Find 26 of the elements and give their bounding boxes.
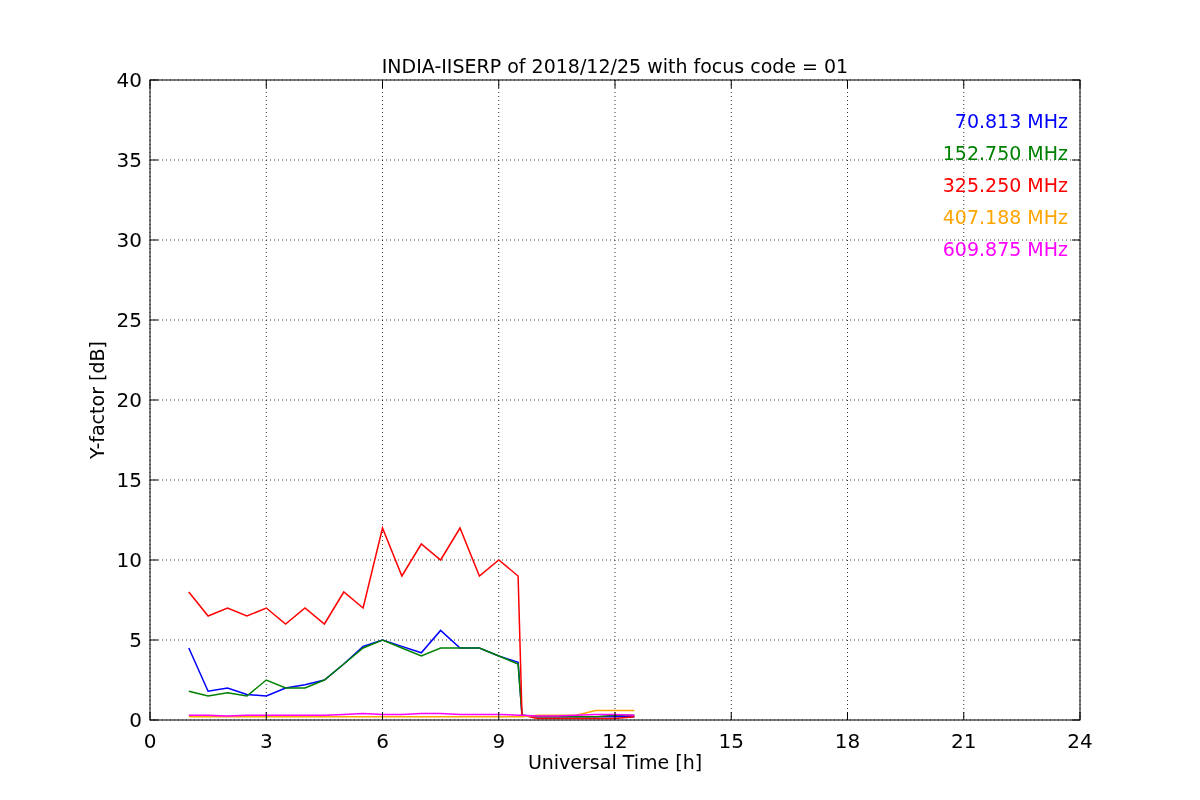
tick-label: 21 <box>951 729 977 753</box>
tick-label: 30 <box>116 228 142 252</box>
tick-label: 15 <box>116 468 142 492</box>
axis-title: Universal Time [h] <box>527 751 703 773</box>
tick-label: 10 <box>116 548 142 572</box>
tick-label: 6 <box>376 729 389 753</box>
tick-label: 0 <box>143 729 157 753</box>
tick-label: 9 <box>492 729 506 753</box>
tick-label: 12 <box>602 729 628 753</box>
tick-label: 25 <box>116 308 142 332</box>
tick-label: 0 <box>129 708 142 732</box>
legend-label: 609.875 MHz <box>942 238 1068 260</box>
legend-label: 70.813 MHz <box>954 110 1068 132</box>
legend-label: 325.250 MHz <box>942 174 1068 196</box>
legend-label: 152.750 MHz <box>942 142 1068 164</box>
tick-label: 3 <box>259 729 273 753</box>
tick-label: 5 <box>129 628 142 652</box>
tick-label: 24 <box>1067 729 1093 753</box>
tick-label: 35 <box>116 148 142 172</box>
axis-title: Y-factor [dB] <box>86 341 108 459</box>
chart-title: INDIA-IISERP of 2018/12/25 with focus code = 01 <box>381 55 849 77</box>
tick-label: 18 <box>834 729 861 753</box>
legend-label: 407.188 MHz <box>942 206 1068 228</box>
tick-label: 40 <box>116 68 142 92</box>
tick-label: 20 <box>116 388 142 412</box>
tick-label: 15 <box>718 729 744 753</box>
